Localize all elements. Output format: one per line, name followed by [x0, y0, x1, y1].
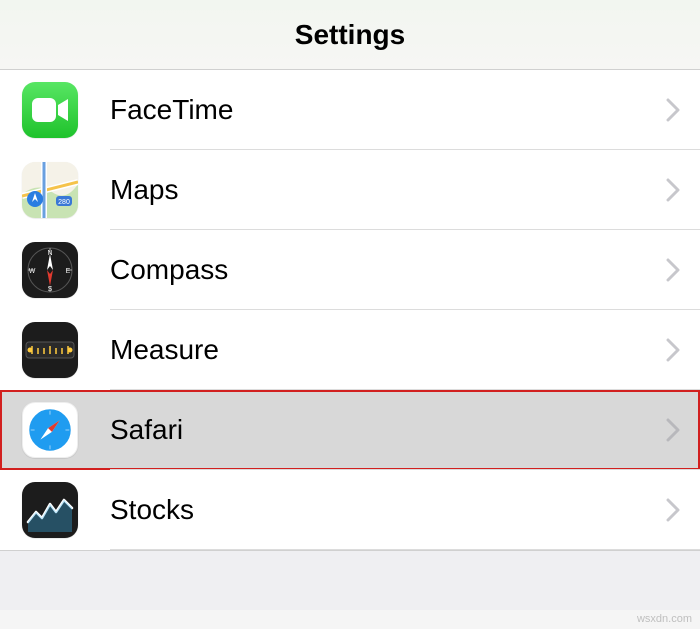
list-footer-gap [0, 550, 700, 610]
chevron-right-icon [666, 98, 680, 122]
svg-text:S: S [48, 286, 53, 293]
row-label: FaceTime [110, 94, 666, 126]
row-compass[interactable]: N S W E Compass [0, 230, 700, 310]
stocks-icon [22, 482, 78, 538]
chevron-right-icon [666, 498, 680, 522]
row-safari[interactable]: Safari [0, 390, 700, 470]
page-title: Settings [295, 19, 405, 51]
row-label: Maps [110, 174, 666, 206]
settings-list: FaceTime 280 Maps [0, 70, 700, 550]
row-measure[interactable]: Measure [0, 310, 700, 390]
safari-icon [22, 402, 78, 458]
measure-icon [22, 322, 78, 378]
chevron-right-icon [666, 418, 680, 442]
settings-header: Settings [0, 0, 700, 70]
compass-icon: N S W E [22, 242, 78, 298]
row-maps[interactable]: 280 Maps [0, 150, 700, 230]
watermark: wsxdn.com [637, 613, 692, 625]
svg-text:280: 280 [58, 199, 70, 206]
row-label: Safari [110, 414, 666, 446]
facetime-icon [22, 82, 78, 138]
chevron-right-icon [666, 258, 680, 282]
chevron-right-icon [666, 338, 680, 362]
row-stocks[interactable]: Stocks [0, 470, 700, 550]
maps-icon: 280 [22, 162, 78, 218]
row-facetime[interactable]: FaceTime [0, 70, 700, 150]
svg-text:W: W [29, 268, 36, 275]
row-label: Measure [110, 334, 666, 366]
svg-text:E: E [66, 268, 71, 275]
row-label: Compass [110, 254, 666, 286]
chevron-right-icon [666, 178, 680, 202]
row-label: Stocks [110, 494, 666, 526]
